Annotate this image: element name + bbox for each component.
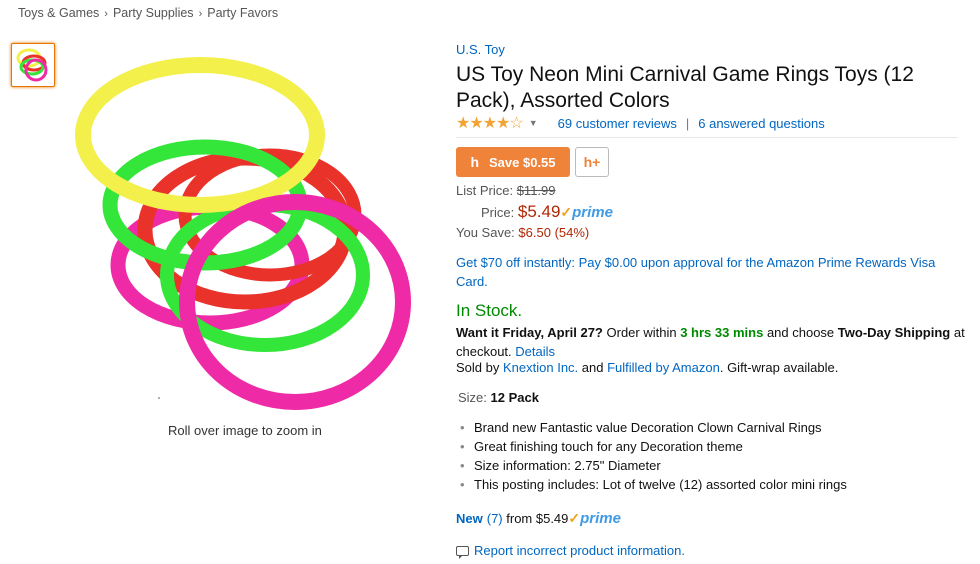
offer-from-price: from $5.49 bbox=[506, 511, 569, 526]
order-within-text: Order within bbox=[606, 325, 677, 340]
honey-add-button[interactable]: h+ bbox=[575, 147, 609, 177]
time-left: 3 hrs 33 mins bbox=[680, 325, 764, 340]
divider: | bbox=[685, 115, 690, 131]
price-label: Price: bbox=[481, 205, 515, 220]
gift-wrap-text: . Gift-wrap available. bbox=[719, 360, 839, 375]
and-choose-text: and choose bbox=[766, 325, 835, 340]
comment-icon bbox=[456, 545, 469, 559]
fulfilled-by-amazon-link[interactable]: Fulfilled by Amazon bbox=[607, 360, 720, 375]
save-label: Save $0.55 bbox=[489, 154, 556, 170]
zoom-hint: Roll over image to zoom in bbox=[168, 423, 322, 438]
breadcrumb-separator: › bbox=[198, 8, 203, 20]
list-price-label: List Price: bbox=[456, 183, 514, 198]
star-rating[interactable]: ★★★★☆ bbox=[456, 113, 524, 133]
feature-bullet: Great finishing touch for any Decoration… bbox=[458, 437, 847, 456]
brand-link[interactable]: U.S. Toy bbox=[456, 42, 505, 57]
offer-count: (7) bbox=[486, 511, 503, 526]
breadcrumb-party-supplies[interactable]: Party Supplies bbox=[113, 6, 194, 20]
stock-status: In Stock. bbox=[456, 301, 523, 320]
image-dot bbox=[158, 397, 160, 399]
rings-thumbnail-image bbox=[16, 48, 48, 82]
carnival-rings-image bbox=[75, 57, 411, 410]
prime-check-icon: ✓ bbox=[560, 204, 573, 220]
breadcrumb-party-favors[interactable]: Party Favors bbox=[207, 6, 278, 20]
breadcrumb: Toys & Games › Party Supplies › Party Favors bbox=[18, 6, 278, 20]
section-divider bbox=[456, 137, 958, 138]
rating-row: ★★★★☆ ▼ 69 customer reviews | 6 answered… bbox=[456, 114, 825, 132]
list-price-value: $11.99 bbox=[516, 183, 556, 198]
feature-bullets: Brand new Fantastic value Decoration Clo… bbox=[458, 418, 847, 494]
new-offers-link[interactable]: New (7) from $5.49 ✓ prime bbox=[456, 510, 621, 527]
you-save-value: $6.50 (54%) bbox=[518, 225, 590, 240]
prime-badge: prime bbox=[580, 510, 621, 527]
feature-bullet: This posting includes: Lot of twelve (12… bbox=[458, 475, 847, 494]
delivery-date: Want it Friday, April 27? bbox=[456, 325, 603, 340]
customer-reviews-link[interactable]: 69 customer reviews bbox=[558, 116, 677, 131]
card-offer-link[interactable]: Get $70 off instantly: Pay $0.00 upon ap… bbox=[456, 253, 956, 291]
report-link[interactable]: Report incorrect product information. bbox=[456, 543, 685, 559]
size-selector[interactable]: Size: 12 Pack bbox=[458, 390, 539, 405]
prime-check-icon: ✓ bbox=[568, 510, 581, 526]
shipping-option: Two-Day Shipping bbox=[837, 325, 951, 340]
chevron-down-icon[interactable]: ▼ bbox=[529, 118, 538, 128]
prime-badge: prime bbox=[572, 204, 613, 221]
and-text: and bbox=[581, 360, 604, 375]
delivery-message: Want it Friday, April 27? Order within 3… bbox=[456, 323, 966, 361]
size-label: Size: bbox=[458, 390, 487, 405]
honey-icon: h bbox=[470, 154, 480, 170]
feature-bullet: Brand new Fantastic value Decoration Clo… bbox=[458, 418, 847, 437]
honey-save-button[interactable]: h Save $0.55 bbox=[456, 147, 570, 177]
new-label: New bbox=[456, 511, 483, 526]
breadcrumb-toys-games[interactable]: Toys & Games bbox=[18, 6, 99, 20]
breadcrumb-separator: › bbox=[104, 8, 108, 20]
main-product-image[interactable] bbox=[70, 40, 420, 415]
product-title: US Toy Neon Mini Carnival Game Rings Toy… bbox=[456, 63, 914, 112]
seller-link[interactable]: Knextion Inc. bbox=[503, 360, 578, 375]
price-value: $5.49 bbox=[517, 202, 561, 221]
sold-by: Sold by Knextion Inc. and Fulfilled by A… bbox=[456, 360, 838, 375]
size-value: 12 Pack bbox=[490, 390, 539, 405]
image-thumbnail[interactable] bbox=[11, 43, 55, 87]
report-label: Report incorrect product information. bbox=[474, 543, 685, 558]
sold-by-label: Sold by bbox=[456, 360, 500, 375]
answered-questions-link[interactable]: 6 answered questions bbox=[698, 116, 824, 131]
details-link[interactable]: Details bbox=[515, 344, 555, 359]
honey-add-icon: h+ bbox=[583, 154, 601, 170]
feature-bullet: Size information: 2.75" Diameter bbox=[458, 456, 847, 475]
you-save-label: You Save: bbox=[456, 225, 515, 240]
